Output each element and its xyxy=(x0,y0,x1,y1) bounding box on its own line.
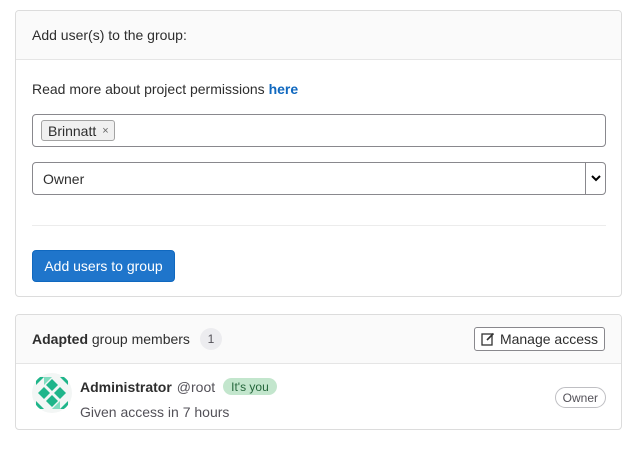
member-identity: Administrator @root It's you xyxy=(80,378,277,395)
form-divider xyxy=(32,225,606,226)
manage-access-button[interactable]: Manage access xyxy=(473,327,605,351)
permissions-text: Read more about project permissions xyxy=(32,81,269,97)
manage-access-label: Manage access xyxy=(499,331,598,347)
member-role-badge: Owner xyxy=(554,387,606,408)
members-count-badge: 1 xyxy=(199,328,222,350)
selected-user-token: Brinnatt × xyxy=(41,120,115,141)
add-users-button[interactable]: Add users to group xyxy=(32,250,175,282)
member-access-time: Given access in 7 hours xyxy=(80,404,230,420)
chevron-down-icon[interactable] xyxy=(585,163,605,194)
member-name[interactable]: Administrator xyxy=(80,379,172,395)
members-title-rest: group members xyxy=(88,331,190,347)
add-members-panel: Add user(s) to the group: Read more abou… xyxy=(15,10,622,297)
identicon-avatar[interactable] xyxy=(32,373,72,413)
permissions-link[interactable]: here xyxy=(269,81,299,97)
role-select[interactable]: Owner xyxy=(32,162,606,195)
member-row: Administrator @root It's you Given acces… xyxy=(16,364,621,429)
role-select-value: Owner xyxy=(43,170,85,187)
add-members-header: Add user(s) to the group: xyxy=(16,11,621,60)
selected-user-label: Brinnatt xyxy=(48,122,97,139)
edit-icon xyxy=(481,332,495,346)
members-header: Adapted group members 1 Manage access xyxy=(16,315,621,364)
user-select-input[interactable]: Brinnatt × xyxy=(32,114,606,147)
member-handle: @root xyxy=(176,378,216,395)
add-members-title: Add user(s) to the group: xyxy=(32,27,187,43)
members-title: Adapted group members 1 xyxy=(32,328,222,350)
its-you-badge: It's you xyxy=(223,378,277,395)
group-name: Adapted xyxy=(32,331,88,347)
close-icon[interactable]: × xyxy=(102,125,108,137)
members-panel: Adapted group members 1 Manage access Ad… xyxy=(15,314,622,430)
permissions-help: Read more about project permissions here xyxy=(32,81,298,97)
